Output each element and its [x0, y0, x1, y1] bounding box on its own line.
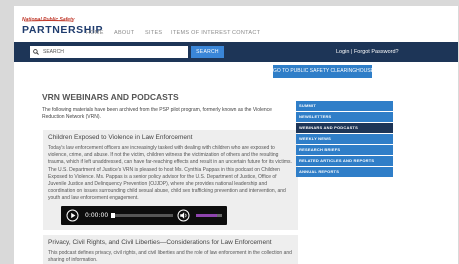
login-forgot-password-link[interactable]: Login | Forgot Password? [336, 49, 399, 55]
intro-text: The following materials have been archiv… [42, 107, 272, 120]
top-navigation: National Public Safety PARTNERSHIP HOME … [14, 6, 458, 42]
sidebar-item-weekly-news[interactable]: WEEKLY NEWS [296, 134, 393, 144]
search-icon [33, 49, 39, 55]
clearinghouse-button[interactable]: GO TO PUBLIC SAFETY CLEARINGHOUSE [273, 65, 374, 78]
podcast-description: Today's law enforcement officers are inc… [48, 145, 292, 202]
audio-time: 0:00:00 [85, 212, 109, 219]
nav-home-link[interactable]: HOME [86, 30, 104, 36]
search-button[interactable]: SEARCH [191, 46, 224, 58]
podcast-card: Privacy, Civil Rights, and Civil Liberti… [43, 235, 298, 264]
site-logo[interactable]: National Public Safety PARTNERSHIP [22, 17, 102, 41]
sidebar-item-research-briefs[interactable]: RESEARCH BRIEFS [296, 145, 393, 155]
nav-contact-link[interactable]: CONTACT [232, 30, 260, 36]
play-icon[interactable] [66, 209, 79, 222]
podcast-title: Children Exposed to Violence in Law Enfo… [48, 134, 193, 141]
podcast-title: Privacy, Civil Rights, and Civil Liberti… [48, 239, 272, 246]
audio-player: 0:00:00 [61, 206, 227, 225]
audio-progress-track[interactable] [113, 214, 173, 217]
podcast-card: Children Exposed to Violence in Law Enfo… [43, 130, 298, 230]
nav-about-link[interactable]: ABOUT [114, 30, 134, 36]
sidebar-menu: SUMMIT NEWSLETTERS WEBINARS AND PODCASTS WE… [296, 101, 393, 178]
page: National Public Safety PARTNERSHIP HOME … [14, 6, 458, 264]
sidebar-item-webinars-and-podcasts[interactable]: WEBINARS AND PODCASTS [296, 123, 393, 133]
page-title: VRN WEBINARS AND PODCASTS [42, 92, 179, 102]
sidebar-item-related-articles-and-reports[interactable]: RELATED ARTICLES AND REPORTS [296, 156, 393, 166]
sidebar-item-summit[interactable]: SUMMIT [296, 101, 393, 111]
volume-level [196, 214, 217, 217]
search-bar: SEARCH SEARCH Login | Forgot Password? [14, 42, 458, 62]
nav-sites-link[interactable]: SITES [145, 30, 162, 36]
search-placeholder: SEARCH [43, 49, 64, 55]
audio-progress-thumb[interactable] [111, 213, 115, 218]
search-input[interactable]: SEARCH [30, 46, 188, 58]
podcast-description: This podcast defines privacy, civil righ… [48, 250, 292, 264]
sidebar-item-newsletters[interactable]: NEWSLETTERS [296, 112, 393, 122]
nav-items-of-interest-link[interactable]: ITEMS OF INTEREST [171, 30, 231, 36]
volume-slider[interactable] [196, 214, 222, 217]
sidebar-item-annual-reports[interactable]: ANNUAL REPORTS [296, 167, 393, 177]
volume-icon[interactable] [177, 209, 190, 222]
